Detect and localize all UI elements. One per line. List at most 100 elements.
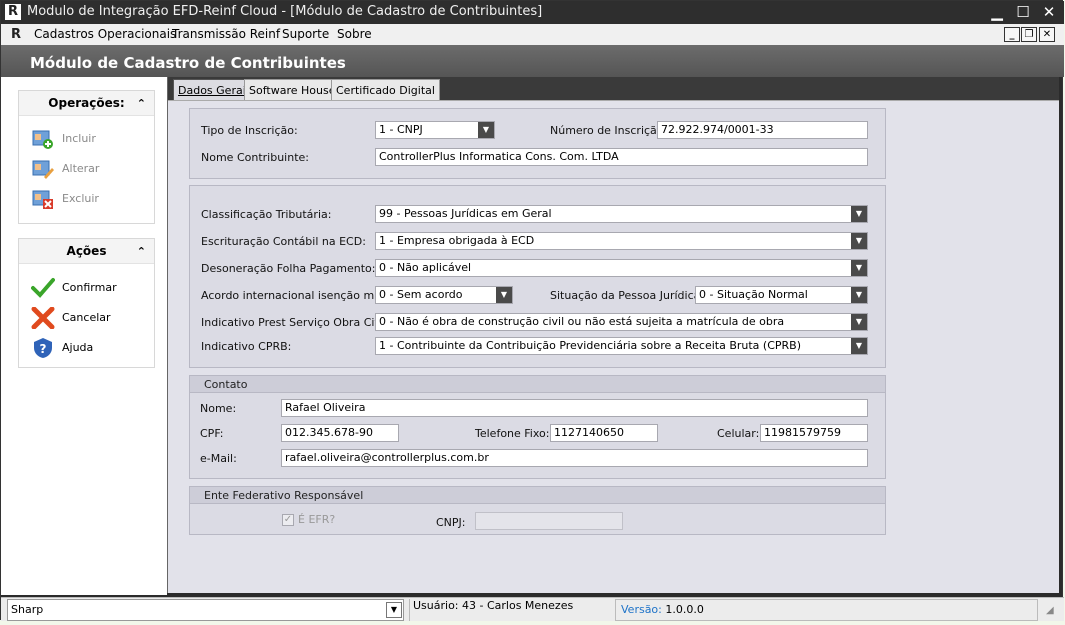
cprb-select[interactable]: 1 - Contribuinte da Contribuição Previde… bbox=[375, 337, 868, 355]
excluir-label: Excluir bbox=[62, 192, 99, 205]
ente-federativo-panel: Ente Federativo Responsável ✓ É EFR? CNP… bbox=[189, 486, 886, 535]
tipo-inscricao-label: Tipo de Inscrição: bbox=[201, 124, 298, 137]
delete-record-icon bbox=[32, 190, 53, 209]
classificacao-tributaria-value: 99 - Pessoas Jurídicas em Geral bbox=[379, 207, 552, 220]
alterar-label: Alterar bbox=[62, 162, 100, 175]
confirmar-label: Confirmar bbox=[62, 281, 117, 294]
ente-cnpj-input[interactable] bbox=[475, 512, 623, 530]
obra-civil-select[interactable]: 0 - Não é obra de construção civil ou nã… bbox=[375, 313, 868, 331]
identificacao-panel: Tipo de Inscrição: 1 - CNPJ ▼ Número de I… bbox=[189, 108, 886, 179]
check-icon bbox=[31, 278, 55, 298]
dropdown-arrow-icon[interactable]: ▼ bbox=[851, 206, 867, 222]
escrituracao-ecd-value: 1 - Empresa obrigada à ECD bbox=[379, 234, 535, 247]
nome-contribuinte-input[interactable]: ControllerPlus Informatica Cons. Com. LT… bbox=[375, 148, 868, 166]
contato-panel: Contato Nome: Rafael Oliveira CPF: 012.3… bbox=[189, 375, 886, 479]
operacoes-title: Operações: bbox=[48, 96, 125, 110]
dropdown-arrow-icon[interactable]: ▼ bbox=[851, 338, 867, 354]
minimize-button[interactable]: ▁ bbox=[986, 3, 1008, 22]
tipo-inscricao-value: 1 - CNPJ bbox=[379, 123, 423, 136]
dropdown-arrow-icon[interactable]: ▼ bbox=[478, 122, 494, 138]
contato-nome-input[interactable]: Rafael Oliveira bbox=[281, 399, 868, 417]
cpf-label: CPF: bbox=[200, 427, 224, 440]
acordo-internacional-value: 0 - Sem acordo bbox=[379, 288, 463, 301]
cancelar-label: Cancelar bbox=[62, 311, 111, 324]
menu-cadastros[interactable]: Cadastros Operacionais bbox=[34, 27, 176, 41]
app-window: R Modulo de Integração EFD-Reinf Cloud -… bbox=[0, 0, 1064, 621]
module-header: Módulo de Cadastro de Contribuintes bbox=[1, 45, 1064, 77]
excluir-button[interactable]: Excluir bbox=[31, 188, 151, 210]
theme-value: Sharp bbox=[11, 603, 44, 616]
dropdown-arrow-icon[interactable]: ▼ bbox=[496, 287, 512, 303]
menu-bar: R Cadastros Operacionais Transmissão Rei… bbox=[1, 24, 1064, 45]
celular-input[interactable]: 11981579759 bbox=[760, 424, 868, 442]
dropdown-arrow-icon[interactable]: ▼ bbox=[851, 233, 867, 249]
menu-suporte[interactable]: Suporte bbox=[282, 27, 329, 41]
ajuda-label: Ajuda bbox=[62, 341, 94, 354]
mdi-close-button[interactable]: ✕ bbox=[1039, 27, 1055, 42]
menu-transmissao[interactable]: Transmissão Reinf bbox=[172, 27, 280, 41]
alterar-button[interactable]: Alterar bbox=[31, 158, 151, 180]
obra-civil-label: Indicativo Prest Serviço Obra Civil: bbox=[201, 316, 391, 329]
cancelar-button[interactable]: Cancelar bbox=[31, 307, 151, 329]
version-status: Versão: 1.0.0.0 bbox=[615, 599, 1038, 621]
resize-grip-icon[interactable]: ◢ bbox=[1046, 604, 1060, 618]
numero-inscricao-input[interactable]: 72.922.974/0001-33 bbox=[657, 121, 868, 139]
telefone-fixo-input[interactable]: 1127140650 bbox=[550, 424, 658, 442]
acordo-internacional-select[interactable]: 0 - Sem acordo ▼ bbox=[375, 286, 513, 304]
contato-header: Contato bbox=[190, 376, 885, 393]
help-shield-icon: ? bbox=[34, 338, 52, 358]
nome-contribuinte-label: Nome Contribuinte: bbox=[201, 151, 309, 164]
menu-logo-icon: R bbox=[11, 27, 22, 42]
edit-record-icon bbox=[32, 160, 54, 179]
left-pane: Operações: ⌃ Incluir Alterar Excluir Açõe… bbox=[1, 77, 167, 595]
version-value: 1.0.0.0 bbox=[665, 603, 704, 616]
tab-certificado-digital[interactable]: Certificado Digital bbox=[331, 79, 440, 100]
app-logo-icon: R bbox=[5, 4, 21, 20]
add-record-icon bbox=[32, 130, 53, 149]
situacao-pj-value: 0 - Situação Normal bbox=[699, 288, 808, 301]
theme-select[interactable]: Sharp ▼ bbox=[7, 599, 404, 621]
situacao-pj-select[interactable]: 0 - Situação Normal ▼ bbox=[695, 286, 868, 304]
escrituracao-ecd-select[interactable]: 1 - Empresa obrigada à ECD ▼ bbox=[375, 232, 868, 250]
close-button[interactable]: ✕ bbox=[1038, 3, 1060, 22]
mdi-restore-button[interactable]: ❐ bbox=[1021, 27, 1037, 42]
email-input[interactable]: rafael.oliveira@controllerplus.com.br bbox=[281, 449, 868, 467]
classificacao-panel: Classificação Tributária: 99 - Pessoas J… bbox=[189, 185, 886, 368]
celular-label: Celular: bbox=[717, 427, 760, 440]
ajuda-button[interactable]: ? Ajuda bbox=[31, 337, 151, 359]
collapse-chevron-icon[interactable]: ⌃ bbox=[137, 91, 146, 116]
mdi-minimize-button[interactable]: _ bbox=[1004, 27, 1020, 42]
dropdown-arrow-icon[interactable]: ▼ bbox=[851, 314, 867, 330]
dados-gerais-page: Tipo de Inscrição: 1 - CNPJ ▼ Número de I… bbox=[168, 100, 1059, 593]
x-icon bbox=[31, 307, 55, 329]
svg-text:?: ? bbox=[40, 342, 47, 356]
tab-software-house[interactable]: Software House bbox=[244, 79, 341, 100]
cpf-input[interactable]: 012.345.678-90 bbox=[281, 424, 399, 442]
obra-civil-value: 0 - Não é obra de construção civil ou nã… bbox=[379, 315, 785, 328]
acoes-title: Ações bbox=[66, 244, 107, 258]
desoneracao-select[interactable]: 0 - Não aplicável ▼ bbox=[375, 259, 868, 277]
cprb-label: Indicativo CPRB: bbox=[201, 340, 292, 353]
cprb-value: 1 - Contribuinte da Contribuição Previde… bbox=[379, 339, 801, 352]
maximize-button[interactable]: ☐ bbox=[1012, 3, 1034, 22]
situacao-pj-label: Situação da Pessoa Jurídica: bbox=[550, 289, 705, 302]
dropdown-arrow-icon[interactable]: ▼ bbox=[386, 602, 402, 618]
menu-sobre[interactable]: Sobre bbox=[337, 27, 372, 41]
confirmar-button[interactable]: Confirmar bbox=[31, 277, 151, 299]
classificacao-tributaria-select[interactable]: 99 - Pessoas Jurídicas em Geral ▼ bbox=[375, 205, 868, 223]
collapse-chevron-icon[interactable]: ⌃ bbox=[137, 239, 146, 264]
ente-cnpj-label: CNPJ: bbox=[436, 516, 466, 529]
classificacao-tributaria-label: Classificação Tributária: bbox=[201, 208, 332, 221]
operacoes-header[interactable]: Operações: ⌃ bbox=[19, 91, 154, 116]
dropdown-arrow-icon[interactable]: ▼ bbox=[851, 287, 867, 303]
numero-inscricao-label: Número de Inscrição: bbox=[550, 124, 668, 137]
dropdown-arrow-icon[interactable]: ▼ bbox=[851, 260, 867, 276]
efr-checkbox[interactable]: ✓ bbox=[282, 514, 294, 526]
acoes-header[interactable]: Ações ⌃ bbox=[19, 239, 154, 264]
tipo-inscricao-select[interactable]: 1 - CNPJ ▼ bbox=[375, 121, 495, 139]
incluir-button[interactable]: Incluir bbox=[31, 128, 151, 150]
ente-federativo-header: Ente Federativo Responsável bbox=[190, 487, 885, 504]
contato-nome-label: Nome: bbox=[200, 402, 237, 415]
title-bar: R Modulo de Integração EFD-Reinf Cloud -… bbox=[1, 1, 1064, 24]
version-label: Versão: bbox=[621, 603, 662, 616]
